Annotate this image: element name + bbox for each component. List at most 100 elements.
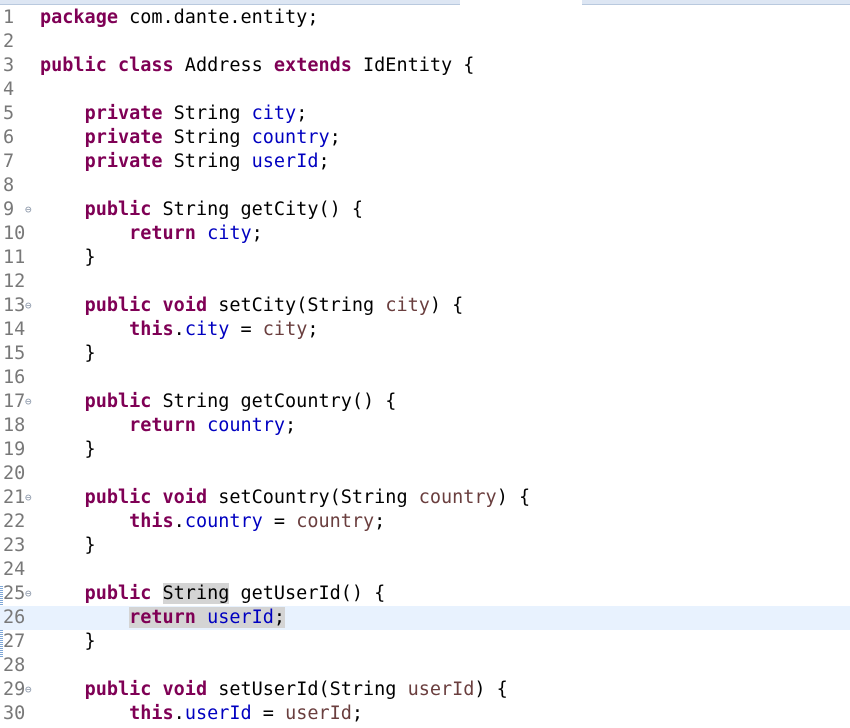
code-line[interactable]: 5 private String city; bbox=[0, 102, 850, 126]
fold-toggle-icon[interactable]: ⊖ bbox=[25, 582, 32, 606]
code-token: ) { bbox=[474, 679, 508, 700]
fold-toggle-icon[interactable]: ⊖ bbox=[25, 390, 32, 414]
code-text: package com.dante.entity; bbox=[40, 6, 318, 30]
code-token: String bbox=[162, 127, 252, 148]
current-code-line[interactable]: 26 return userId; bbox=[0, 606, 850, 630]
code-line[interactable]: 11 } bbox=[0, 246, 850, 270]
line-number: 28 bbox=[3, 655, 26, 676]
code-token: private bbox=[84, 151, 163, 172]
code-token: setCountry(String bbox=[207, 487, 419, 508]
code-token: country bbox=[296, 511, 375, 532]
line-number: 15 bbox=[3, 343, 26, 364]
code-line[interactable]: 1 package com.dante.entity; bbox=[0, 6, 850, 30]
code-token: userId bbox=[184, 703, 252, 724]
code-text: } bbox=[40, 438, 96, 462]
code-line[interactable]: 4 bbox=[0, 78, 850, 102]
fold-toggle-icon[interactable]: ⊖ bbox=[25, 294, 32, 318]
code-line[interactable]: 27 } bbox=[0, 630, 850, 654]
fold-toggle-icon[interactable]: ⊖ bbox=[25, 486, 32, 510]
code-token: this bbox=[129, 319, 174, 340]
code-token: ; bbox=[296, 103, 308, 124]
code-line[interactable]: 21 ⊖ public void setCountry(String countr… bbox=[0, 486, 850, 510]
code-token: void bbox=[162, 295, 208, 316]
code-token: country bbox=[207, 415, 286, 436]
code-token bbox=[195, 607, 208, 628]
code-token: } bbox=[40, 631, 96, 652]
code-text: private String country; bbox=[40, 126, 341, 150]
line-number: 16 bbox=[3, 367, 26, 388]
code-token: public bbox=[84, 583, 152, 604]
code-token: public bbox=[84, 391, 152, 412]
code-line[interactable]: 22 this.country = country; bbox=[0, 510, 850, 534]
code-line[interactable]: 18 return country; bbox=[0, 414, 850, 438]
code-line[interactable]: 17 ⊖ public String getCountry() { bbox=[0, 390, 850, 414]
line-number: 19 bbox=[3, 439, 26, 460]
line-number: 14 bbox=[3, 319, 26, 340]
code-editor[interactable]: 1 package com.dante.entity; 2 3 public class… bbox=[0, 0, 850, 728]
code-token: public bbox=[84, 295, 152, 316]
code-token: } bbox=[40, 343, 96, 364]
code-token: userId bbox=[251, 151, 319, 172]
code-text: return country; bbox=[40, 414, 296, 438]
code-line[interactable]: 20 bbox=[0, 462, 850, 486]
code-text: public class Address extends IdEntity { bbox=[40, 54, 474, 78]
code-text: public String getCity() { bbox=[40, 198, 363, 222]
code-token: String bbox=[162, 583, 230, 604]
code-token: country bbox=[251, 127, 330, 148]
code-text: } bbox=[40, 534, 96, 558]
code-line[interactable]: 6 private String country; bbox=[0, 126, 850, 150]
code-text: this.userId = userId; bbox=[40, 702, 363, 726]
code-text: this.country = country; bbox=[40, 510, 385, 534]
code-line[interactable]: 16 bbox=[0, 366, 850, 390]
line-number: 21 bbox=[3, 487, 26, 508]
code-token: public bbox=[40, 55, 107, 76]
code-token: Address bbox=[173, 55, 274, 76]
code-line[interactable]: 19 } bbox=[0, 438, 850, 462]
code-token: String getCountry() { bbox=[151, 391, 397, 412]
code-token: package bbox=[40, 7, 118, 28]
code-token: city bbox=[262, 319, 308, 340]
line-number: 22 bbox=[3, 511, 26, 532]
code-line[interactable]: 25 ⊖ public String getUserId() { bbox=[0, 582, 850, 606]
code-text: public String getUserId() { bbox=[40, 582, 385, 606]
code-line[interactable]: 12 bbox=[0, 270, 850, 294]
code-line[interactable]: 24 bbox=[0, 558, 850, 582]
code-token: city bbox=[385, 295, 430, 316]
code-token: . bbox=[173, 511, 185, 532]
code-line[interactable]: 13 ⊖ public void setCity(String city) { bbox=[0, 294, 850, 318]
code-token: void bbox=[162, 487, 208, 508]
code-line[interactable]: 8 bbox=[0, 174, 850, 198]
code-line[interactable]: 2 bbox=[0, 30, 850, 54]
code-line[interactable]: 15 } bbox=[0, 342, 850, 366]
line-number: 17 bbox=[3, 391, 26, 412]
code-token: class bbox=[117, 55, 174, 76]
code-line[interactable]: 28 bbox=[0, 654, 850, 678]
fold-toggle-icon[interactable]: ⊖ bbox=[25, 678, 32, 702]
code-line[interactable]: 9 ⊖ public String getCity() { bbox=[0, 198, 850, 222]
code-line[interactable]: 30 this.userId = userId; bbox=[0, 702, 850, 726]
code-token: setUserId(String bbox=[207, 679, 408, 700]
code-text: } bbox=[40, 246, 96, 270]
code-token: } bbox=[40, 247, 96, 268]
code-lines[interactable]: 1 package com.dante.entity; 2 3 public class… bbox=[0, 6, 850, 726]
code-line[interactable]: 10 return city; bbox=[0, 222, 850, 246]
code-line[interactable]: 14 this.city = city; bbox=[0, 318, 850, 342]
code-token: public bbox=[84, 487, 152, 508]
code-line[interactable]: 29 ⊖ public void setUserId(String userId)… bbox=[0, 678, 850, 702]
code-line[interactable]: 3 public class Address extends IdEntity { bbox=[0, 54, 850, 78]
line-number: 23 bbox=[3, 535, 26, 556]
code-token: userId bbox=[207, 607, 274, 628]
line-number: 1 bbox=[3, 7, 15, 28]
line-number: 9 bbox=[3, 199, 15, 220]
fold-toggle-icon[interactable]: ⊖ bbox=[25, 198, 32, 222]
code-line[interactable]: 7 private String userId; bbox=[0, 150, 850, 174]
line-number: 25 bbox=[3, 583, 26, 604]
code-line[interactable]: 23 } bbox=[0, 534, 850, 558]
